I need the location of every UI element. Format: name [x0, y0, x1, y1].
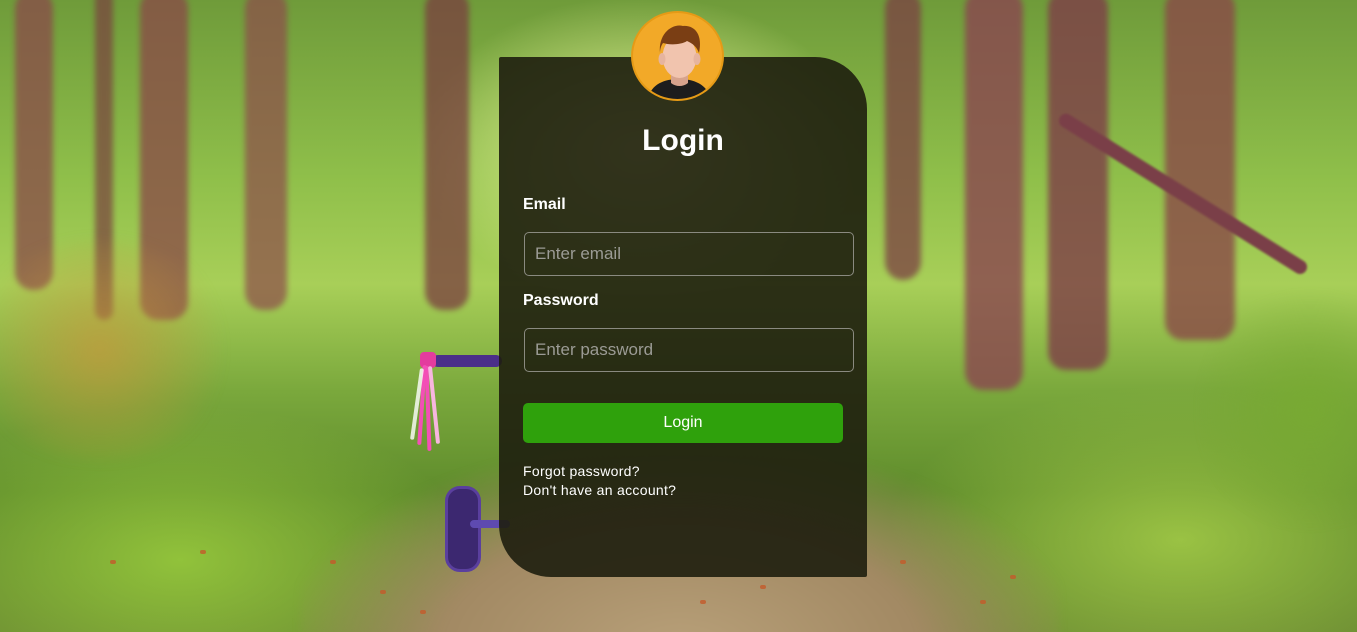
- fallen-leaf: [900, 560, 906, 564]
- tree-trunk: [245, 0, 287, 310]
- background-scene: Login Email Password Login Forgot passwo…: [0, 0, 1357, 632]
- tree-trunk: [1048, 0, 1108, 370]
- fallen-leaf: [700, 600, 706, 604]
- fallen-leaf: [760, 585, 766, 589]
- bush: [0, 240, 240, 460]
- user-avatar-icon: [631, 11, 724, 101]
- password-label: Password: [523, 292, 599, 309]
- forgot-password-link[interactable]: Forgot password?: [523, 463, 640, 479]
- tree-trunk: [15, 0, 53, 290]
- signup-link[interactable]: Don't have an account?: [523, 482, 676, 498]
- email-label: Email: [523, 196, 566, 213]
- fallen-leaf: [330, 560, 336, 564]
- bike-handlebar: [432, 355, 502, 367]
- tree-trunk: [965, 0, 1023, 390]
- fallen-leaf: [1010, 575, 1016, 579]
- fallen-leaf: [110, 560, 116, 564]
- login-title: Login: [642, 124, 724, 157]
- fallen-leaf: [380, 590, 386, 594]
- fallen-leaf: [980, 600, 986, 604]
- fallen-leaf: [200, 550, 206, 554]
- bike-wheel: [445, 486, 481, 572]
- password-input[interactable]: [524, 328, 854, 372]
- email-input[interactable]: [524, 232, 854, 276]
- tree-trunk: [425, 0, 469, 310]
- tree-trunk: [885, 0, 921, 280]
- tree-trunk: [1165, 0, 1235, 340]
- login-button[interactable]: Login: [523, 403, 843, 443]
- fallen-leaf: [420, 610, 426, 614]
